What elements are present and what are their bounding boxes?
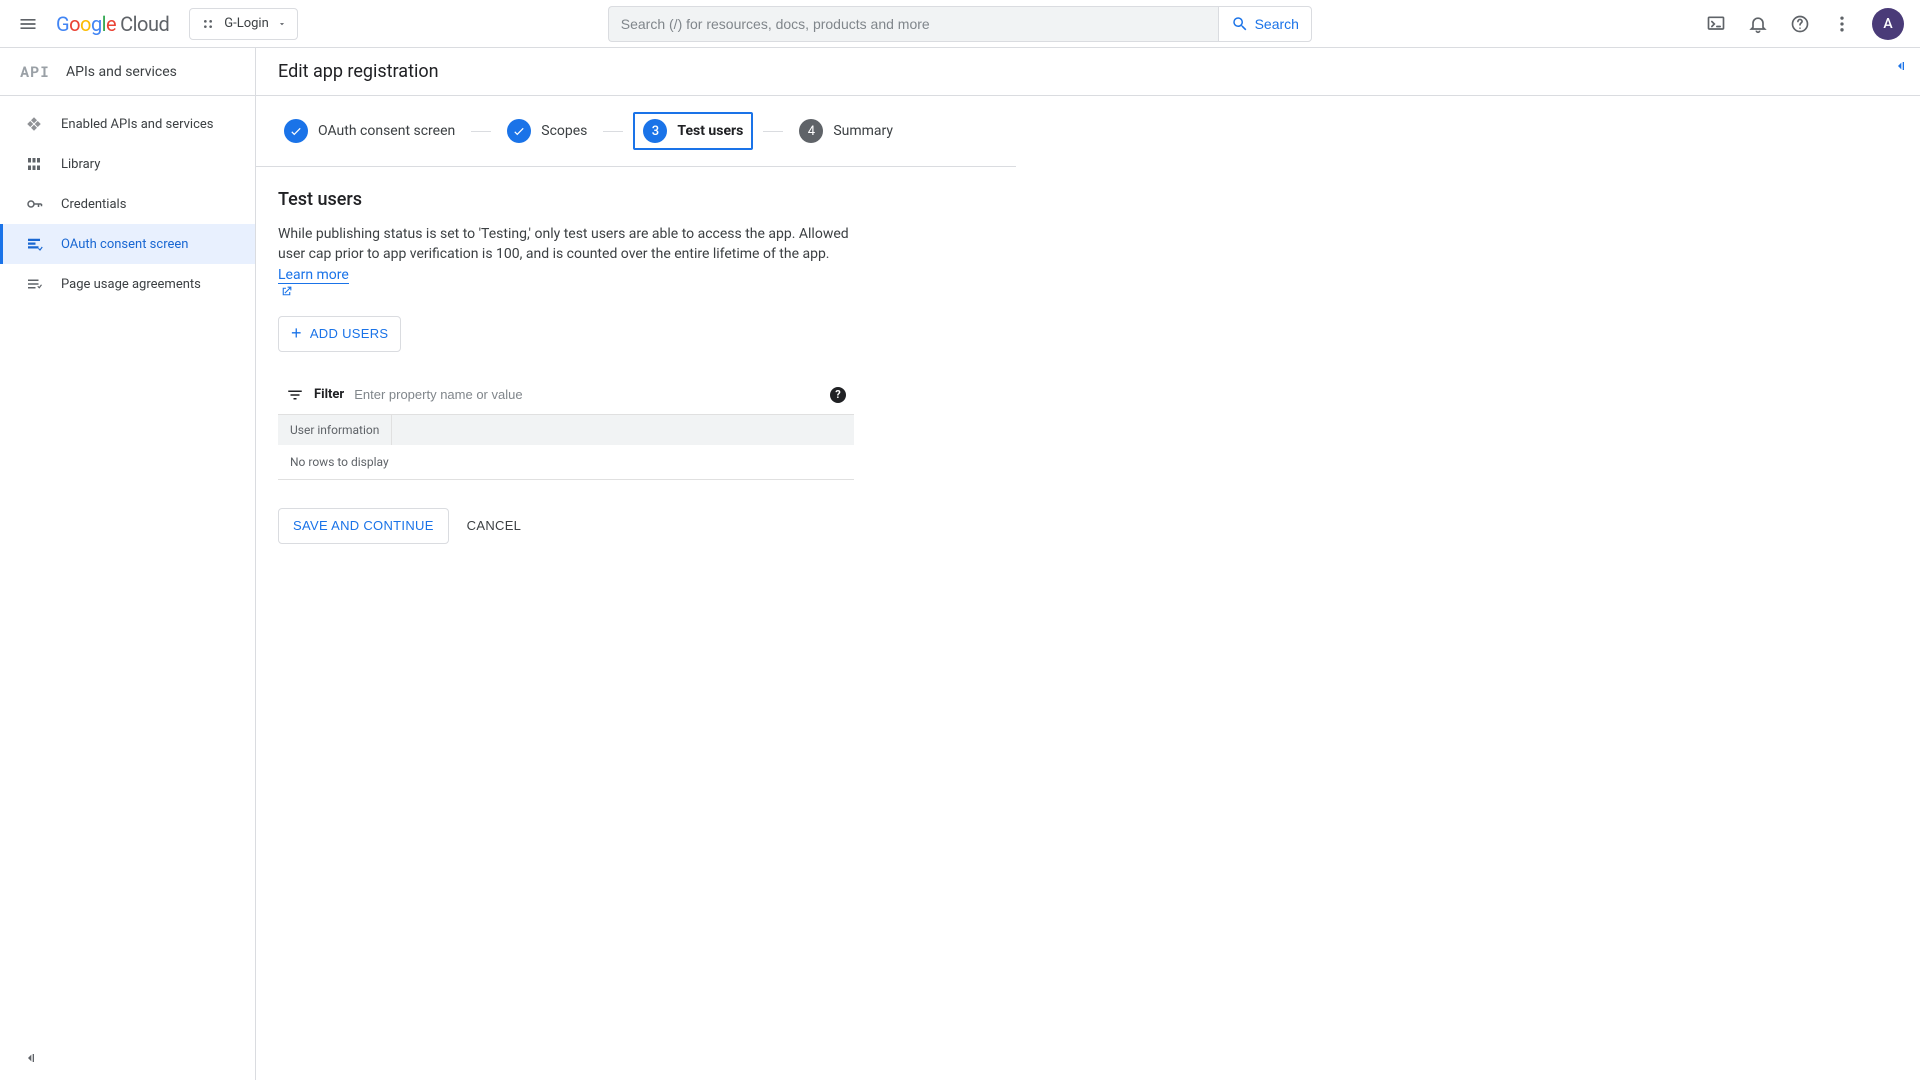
sidebar-item-oauth-consent[interactable]: OAuth consent screen bbox=[0, 224, 255, 264]
step-oauth-consent[interactable]: OAuth consent screen bbox=[278, 115, 461, 147]
avatar[interactable]: A bbox=[1872, 8, 1904, 40]
step-label: Scopes bbox=[541, 123, 587, 139]
help-icon[interactable] bbox=[1788, 12, 1812, 36]
step-label: Summary bbox=[833, 123, 893, 139]
sidebar-item-label: Enabled APIs and services bbox=[61, 117, 214, 132]
agreements-icon bbox=[25, 275, 43, 293]
cloud-shell-icon[interactable] bbox=[1704, 12, 1728, 36]
column-header-user-info: User information bbox=[278, 415, 392, 445]
save-and-continue-button[interactable]: SAVE AND CONTINUE bbox=[278, 508, 449, 544]
sidebar-item-label: Page usage agreements bbox=[61, 277, 201, 292]
empty-state: No rows to display bbox=[278, 445, 854, 479]
search-button[interactable]: Search bbox=[1218, 6, 1312, 42]
page-title: Edit app registration bbox=[256, 48, 1920, 96]
search-button-label: Search bbox=[1255, 16, 1299, 32]
consent-icon bbox=[25, 235, 43, 253]
step-summary[interactable]: 4 Summary bbox=[793, 115, 899, 147]
project-icon bbox=[200, 16, 216, 32]
menu-icon[interactable] bbox=[16, 12, 40, 36]
step-number: 3 bbox=[643, 119, 667, 143]
google-cloud-logo[interactable]: GoogleCloud bbox=[56, 12, 169, 36]
chevron-down-icon bbox=[277, 19, 287, 29]
stepper: OAuth consent screen Scopes 3 Test users… bbox=[256, 96, 1016, 166]
check-icon bbox=[284, 119, 308, 143]
step-label: Test users bbox=[677, 123, 743, 139]
section-description: While publishing status is set to 'Testi… bbox=[278, 224, 854, 298]
sidebar-title: APIs and services bbox=[66, 64, 177, 80]
project-name: G-Login bbox=[224, 16, 269, 31]
project-picker[interactable]: G-Login bbox=[189, 8, 298, 40]
filter-bar: Filter ? bbox=[278, 380, 854, 410]
step-scopes[interactable]: Scopes bbox=[501, 115, 593, 147]
collapse-right-panel-icon[interactable] bbox=[1888, 54, 1912, 78]
check-icon bbox=[507, 119, 531, 143]
sidebar-nav: Enabled APIs and services Library Creden… bbox=[0, 96, 255, 304]
learn-more-label: Learn more bbox=[278, 267, 349, 283]
learn-more-link[interactable]: Learn more bbox=[278, 267, 854, 298]
search-bar: Search bbox=[608, 6, 1312, 42]
step-separator bbox=[603, 131, 623, 132]
add-users-button[interactable]: + ADD USERS bbox=[278, 316, 401, 352]
users-table: User information No rows to display bbox=[278, 414, 854, 480]
filter-icon bbox=[286, 386, 304, 404]
topbar-right: A bbox=[1704, 8, 1904, 40]
library-icon bbox=[25, 155, 43, 173]
key-icon bbox=[25, 195, 43, 213]
sidebar-item-enabled-apis[interactable]: Enabled APIs and services bbox=[0, 104, 255, 144]
search-input[interactable] bbox=[608, 6, 1218, 42]
search-icon bbox=[1231, 15, 1249, 33]
sidebar: API APIs and services Enabled APIs and s… bbox=[0, 48, 256, 1080]
diamond-icon bbox=[25, 115, 43, 133]
sidebar-item-label: Credentials bbox=[61, 197, 126, 212]
step-number: 4 bbox=[799, 119, 823, 143]
sidebar-item-credentials[interactable]: Credentials bbox=[0, 184, 255, 224]
section-title: Test users bbox=[278, 189, 854, 210]
sidebar-header: API APIs and services bbox=[0, 48, 255, 96]
filter-label: Filter bbox=[314, 387, 344, 402]
action-bar: SAVE AND CONTINUE CANCEL bbox=[278, 508, 854, 544]
api-badge: API bbox=[20, 62, 50, 82]
top-bar: GoogleCloud G-Login Search A bbox=[0, 0, 1920, 48]
step-separator bbox=[471, 131, 491, 132]
sidebar-item-page-usage[interactable]: Page usage agreements bbox=[0, 264, 255, 304]
external-link-icon bbox=[280, 285, 293, 298]
step-test-users[interactable]: 3 Test users bbox=[633, 112, 753, 150]
plus-icon: + bbox=[291, 323, 302, 344]
content: Test users While publishing status is se… bbox=[256, 167, 876, 566]
main-content: Edit app registration OAuth consent scre… bbox=[256, 48, 1920, 1080]
table-header-row: User information bbox=[278, 415, 854, 445]
step-label: OAuth consent screen bbox=[318, 123, 455, 139]
collapse-sidebar-icon[interactable] bbox=[18, 1046, 42, 1070]
cancel-button[interactable]: CANCEL bbox=[467, 518, 522, 533]
sidebar-item-label: OAuth consent screen bbox=[61, 237, 188, 252]
step-separator bbox=[763, 131, 783, 132]
filter-input[interactable] bbox=[354, 387, 820, 402]
more-icon[interactable] bbox=[1830, 12, 1854, 36]
add-users-label: ADD USERS bbox=[310, 326, 389, 341]
notifications-icon[interactable] bbox=[1746, 12, 1770, 36]
description-text: While publishing status is set to 'Testi… bbox=[278, 226, 849, 262]
filter-help-icon[interactable]: ? bbox=[830, 387, 846, 403]
sidebar-item-library[interactable]: Library bbox=[0, 144, 255, 184]
sidebar-item-label: Library bbox=[61, 157, 100, 172]
